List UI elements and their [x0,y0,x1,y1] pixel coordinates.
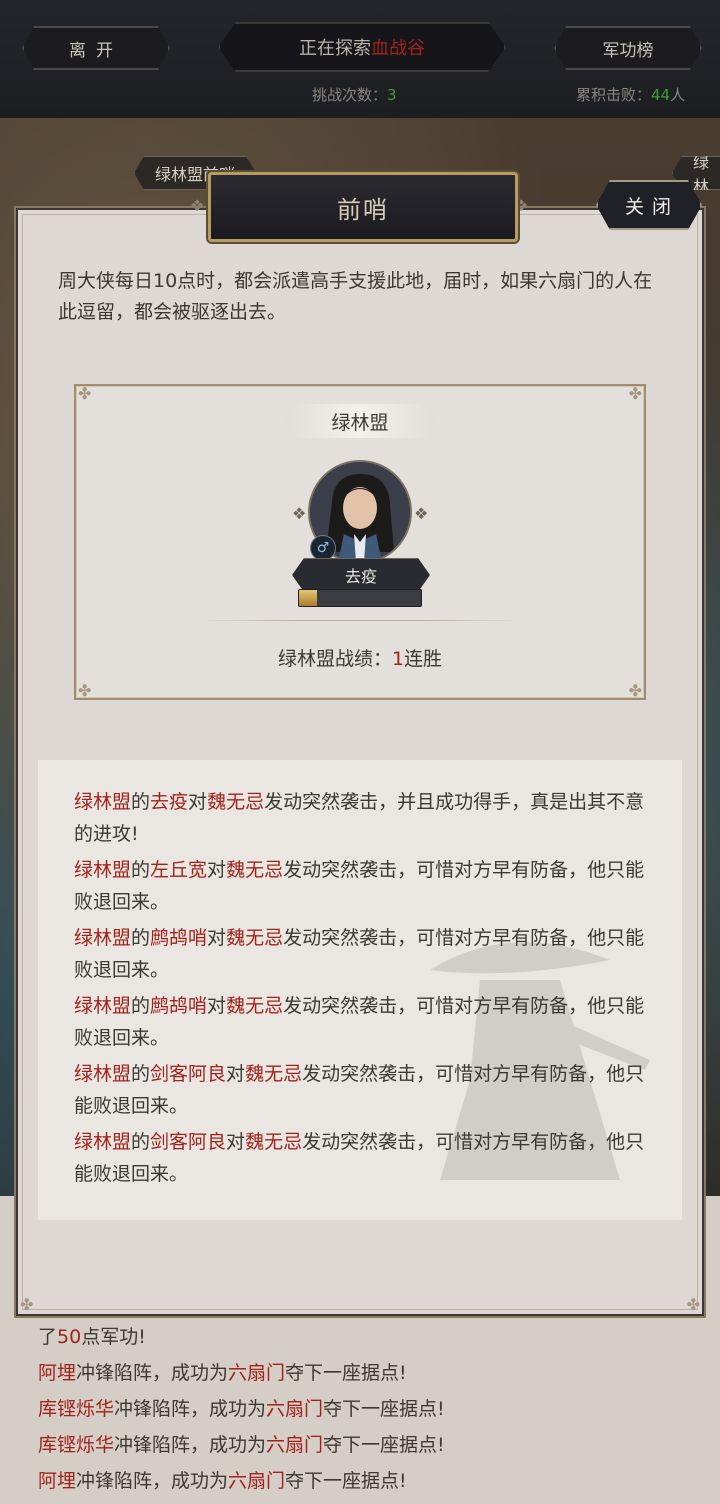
corner-ornament-icon: ✤ [20,1295,34,1314]
log-faction: 绿林盟 [74,927,132,949]
male-gender-icon: ♂ [310,535,336,561]
log-target: 魏无忌 [207,791,265,813]
merit-ranking-button[interactable]: 军功榜 [554,26,702,70]
outpost-description: 周大侠每日10点时，都会派遣高手支援此地，届时，如果六扇门的人在此逗留，都会被驱… [58,270,653,323]
battle-log-entry: 绿林盟的左丘宽对魏无忌发动突然袭击，可惜对方早有防备，他只能败退回来。 [74,854,654,918]
log-target: 魏无忌 [245,1131,303,1153]
avatar-wing-right-icon: ❖ [414,504,429,523]
battle-log-entry: 绿林盟的鹧鸪哨对魏无忌发动突然袭击，可惜对方早有防备，他只能败退回来。 [74,990,654,1054]
log-text: 对 [207,995,227,1017]
log-text: 夺下一座据点! [285,1470,407,1492]
log-text: 对 [207,859,227,881]
record-value: 1 [391,648,405,670]
log-text: 夺下一座据点! [285,1362,407,1384]
kills-unit: 人 [670,86,686,104]
log-text: 冲锋陷阵，成功为 [114,1434,267,1456]
log-org: 六扇门 [228,1362,286,1384]
log-org: 六扇门 [266,1434,324,1456]
character-name: 去疫 [292,558,430,592]
avatar-wing-left-icon: ❖ [292,504,307,523]
log-faction: 绿林盟 [74,1131,132,1153]
log-attacker: 鹧鸪哨 [150,927,208,949]
log-target: 魏无忌 [226,859,284,881]
log-attacker: 去疫 [150,791,189,813]
battle-log-entry: 绿林盟的去疫对魏无忌发动突然袭击，并且成功得手，真是出其不意的进攻! [74,786,654,850]
log-target: 魏无忌 [226,995,284,1017]
background-log-line: 阿埋冲锋陷阵，成功为六扇门夺下一座据点! [38,1358,407,1385]
log-number: 50 [57,1326,82,1348]
corner-ornament-icon: ✤ [78,384,92,403]
background-log-line: 库铿烁华冲锋陷阵，成功为六扇门夺下一座据点! [38,1430,445,1457]
faction-record: 绿林盟战绩：1连胜 [0,644,720,671]
corner-ornament-icon: ✤ [628,681,642,700]
battle-log-entry: 绿林盟的鹧鸪哨对魏无忌发动突然袭击，可惜对方早有防备，他只能败退回来。 [74,922,654,986]
log-text: 对 [226,1063,246,1085]
log-target: 魏无忌 [245,1063,303,1085]
log-text: 夺下一座据点! [323,1398,445,1420]
progress-fill [299,590,318,606]
log-faction: 绿林盟 [74,859,132,881]
log-text: 的 [131,791,151,813]
log-text: 冲锋陷阵，成功为 [114,1398,267,1420]
corner-ornament-icon: ✤ [686,1295,700,1314]
close-button[interactable]: 关闭 [596,180,702,230]
title-wing-left-icon: ❖ [190,196,205,215]
corner-ornament-icon: ✤ [78,681,92,700]
challenge-count: 挑战次数：3 [312,84,397,105]
background-log-line: 阿埋冲锋陷阵，成功为六扇门夺下一座据点! [38,1466,407,1493]
log-attacker: 左丘宽 [150,859,208,881]
record-label: 绿林盟战绩： [277,648,392,670]
log-text: 的 [131,1131,151,1153]
card-divider [200,620,520,621]
log-player: 阿埋 [38,1362,77,1384]
kills-label: 累积击败： [576,86,652,104]
modal-title: 前哨 [208,172,518,242]
log-text: 的 [131,995,151,1017]
log-faction: 绿林盟 [74,995,132,1017]
top-bar: 离开 正在探索 血战谷 军功榜 挑战次数：3 累积击败：44人 [0,0,720,120]
log-faction: 绿林盟 [74,791,132,813]
log-text: 的 [131,859,151,881]
log-text: 对 [207,927,227,949]
log-attacker: 鹧鸪哨 [150,995,208,1017]
log-faction: 绿林盟 [74,1063,132,1085]
log-text: 的 [131,1063,151,1085]
exploring-prefix: 正在探索 [299,38,371,59]
battle-log-entry: 绿林盟的剑客阿良对魏无忌发动突然袭击，可惜对方早有防备，他只能败退回来。 [74,1058,654,1122]
corner-ornament-icon: ✤ [628,384,642,403]
log-text: 了 [38,1326,58,1348]
exploring-place: 血战谷 [371,38,425,59]
kills-value: 44 [651,86,671,104]
log-player: 阿埋 [38,1470,77,1492]
record-suffix: 连胜 [404,648,443,670]
log-text: 冲锋陷阵，成功为 [76,1362,229,1384]
log-text: 点军功! [81,1326,146,1348]
background-log-line: 了50点军功! [38,1322,146,1349]
log-player: 库铿烁华 [38,1434,115,1456]
exploring-banner: 正在探索 血战谷 [218,22,506,72]
log-text: 对 [188,791,208,813]
log-player: 库铿烁华 [38,1398,115,1420]
faction-tag: 绿林盟 [282,404,438,438]
log-text: 夺下一座据点! [323,1434,445,1456]
leave-button[interactable]: 离开 [22,26,170,70]
background-log-line: 库铿烁华冲锋陷阵，成功为六扇门夺下一座据点! [38,1394,445,1421]
character-progress-bar [298,589,422,607]
kills-count: 累积击败：44人 [576,84,685,105]
log-text: 的 [131,927,151,949]
log-attacker: 剑客阿良 [150,1131,227,1153]
battle-log-entry: 绿林盟的剑客阿良对魏无忌发动突然袭击，可惜对方早有防备，他只能败退回来。 [74,1126,654,1190]
challenge-label: 挑战次数： [312,86,388,104]
log-text: 对 [226,1131,246,1153]
challenge-value: 3 [387,86,397,104]
log-org: 六扇门 [266,1398,324,1420]
log-text: 冲锋陷阵，成功为 [76,1470,229,1492]
log-org: 六扇门 [228,1470,286,1492]
log-target: 魏无忌 [226,927,284,949]
log-attacker: 剑客阿良 [150,1063,227,1085]
